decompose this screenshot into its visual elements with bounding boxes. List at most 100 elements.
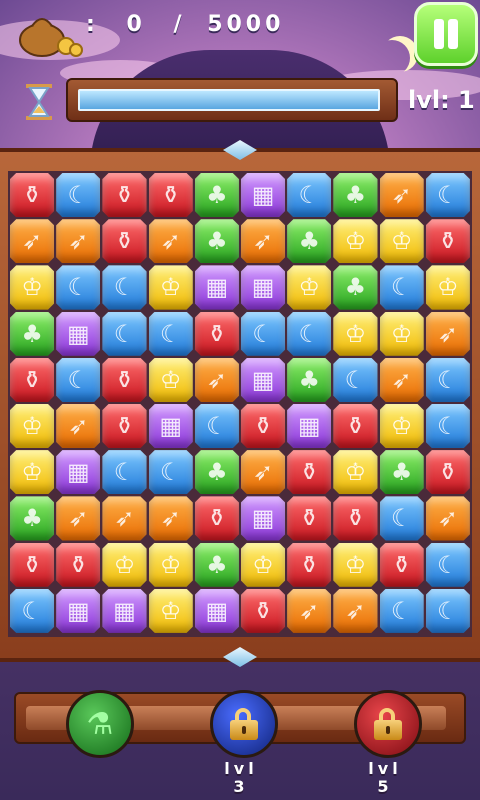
- gem-red[interactable]: ⚱: [240, 588, 286, 633]
- gem-yellow[interactable]: ♔: [379, 403, 424, 449]
- gem-red[interactable]: ⚱: [102, 173, 147, 218]
- gem-blue[interactable]: ☾: [333, 357, 378, 402]
- gem-green[interactable]: ♣: [10, 311, 55, 356]
- gem-red[interactable]: ⚱: [333, 496, 378, 541]
- gem-blue[interactable]: ☾: [148, 311, 193, 356]
- gem-yellow[interactable]: ♔: [148, 542, 193, 587]
- gem-purple[interactable]: ▦: [102, 588, 147, 633]
- gem-purple[interactable]: ▦: [194, 265, 239, 310]
- gem-red[interactable]: ⚱: [240, 403, 286, 449]
- gem-orange[interactable]: ➶: [102, 496, 147, 541]
- gem-purple[interactable]: ▦: [56, 588, 101, 633]
- gem-blue[interactable]: ☾: [56, 357, 101, 402]
- gem-orange[interactable]: ➶: [56, 403, 101, 449]
- gem-yellow[interactable]: ♔: [379, 311, 424, 356]
- gem-orange[interactable]: ➶: [333, 588, 378, 633]
- gem-red[interactable]: ⚱: [425, 450, 470, 495]
- gem-blue[interactable]: ☾: [379, 265, 424, 310]
- gem-orange[interactable]: ➶: [10, 219, 55, 264]
- pause-button[interactable]: [414, 2, 478, 66]
- gem-green[interactable]: ♣: [194, 450, 239, 495]
- gem-blue[interactable]: ☾: [287, 311, 332, 356]
- gem-green[interactable]: ♣: [333, 265, 378, 310]
- gem-orange[interactable]: ➶: [379, 173, 424, 218]
- gem-blue[interactable]: ☾: [425, 588, 470, 633]
- gem-green[interactable]: ♣: [10, 496, 55, 541]
- gem-red[interactable]: ⚱: [102, 403, 147, 449]
- gem-yellow[interactable]: ♔: [425, 265, 470, 310]
- gem-red[interactable]: ⚱: [287, 542, 332, 587]
- gem-yellow[interactable]: ♔: [10, 450, 55, 495]
- gem-blue[interactable]: ☾: [379, 496, 424, 541]
- powerup-locked-button-2[interactable]: [210, 690, 278, 758]
- gem-red[interactable]: ⚱: [287, 496, 332, 541]
- gem-red[interactable]: ⚱: [333, 403, 378, 449]
- gem-blue[interactable]: ☾: [240, 311, 286, 356]
- powerup-locked-button-3[interactable]: [354, 690, 422, 758]
- powerup-potion-button[interactable]: ⚗: [66, 690, 134, 758]
- gem-yellow[interactable]: ♔: [10, 403, 55, 449]
- gem-yellow[interactable]: ♔: [102, 542, 147, 587]
- gem-yellow[interactable]: ♔: [379, 219, 424, 264]
- gem-red[interactable]: ⚱: [10, 542, 55, 587]
- gem-blue[interactable]: ☾: [102, 450, 147, 495]
- gem-purple[interactable]: ▦: [56, 450, 101, 495]
- gem-green[interactable]: ♣: [379, 450, 424, 495]
- gem-orange[interactable]: ➶: [194, 357, 239, 402]
- gem-red[interactable]: ⚱: [10, 357, 55, 402]
- gem-purple[interactable]: ▦: [287, 403, 332, 449]
- gem-blue[interactable]: ☾: [56, 265, 101, 310]
- gem-blue[interactable]: ☾: [56, 173, 101, 218]
- gem-purple[interactable]: ▦: [240, 496, 286, 541]
- gem-yellow[interactable]: ♔: [287, 265, 332, 310]
- gem-orange[interactable]: ➶: [240, 219, 286, 264]
- gem-orange[interactable]: ➶: [148, 219, 193, 264]
- gem-green[interactable]: ♣: [194, 219, 239, 264]
- gem-purple[interactable]: ▦: [148, 403, 193, 449]
- gem-yellow[interactable]: ♔: [333, 450, 378, 495]
- gem-yellow[interactable]: ♔: [333, 542, 378, 587]
- gem-green[interactable]: ♣: [287, 219, 332, 264]
- gem-blue[interactable]: ☾: [287, 173, 332, 218]
- gem-red[interactable]: ⚱: [102, 357, 147, 402]
- gem-purple[interactable]: ▦: [194, 588, 239, 633]
- gem-yellow[interactable]: ♔: [240, 542, 286, 587]
- gem-blue[interactable]: ☾: [148, 450, 193, 495]
- gem-red[interactable]: ⚱: [287, 450, 332, 495]
- gem-orange[interactable]: ➶: [56, 496, 101, 541]
- gem-red[interactable]: ⚱: [102, 219, 147, 264]
- gem-green[interactable]: ♣: [333, 173, 378, 218]
- gem-yellow[interactable]: ♔: [148, 357, 193, 402]
- gem-yellow[interactable]: ♔: [333, 219, 378, 264]
- gem-green[interactable]: ♣: [194, 173, 239, 218]
- gem-blue[interactable]: ☾: [425, 403, 470, 449]
- gem-yellow[interactable]: ♔: [148, 265, 193, 310]
- gem-purple[interactable]: ▦: [240, 357, 286, 402]
- gem-blue[interactable]: ☾: [425, 542, 470, 587]
- gem-purple[interactable]: ▦: [56, 311, 101, 356]
- gem-red[interactable]: ⚱: [56, 542, 101, 587]
- gem-blue[interactable]: ☾: [10, 588, 55, 633]
- gem-purple[interactable]: ▦: [240, 265, 286, 310]
- gem-red[interactable]: ⚱: [10, 173, 55, 218]
- gem-orange[interactable]: ➶: [425, 496, 470, 541]
- gem-blue[interactable]: ☾: [194, 403, 239, 449]
- gem-blue[interactable]: ☾: [102, 311, 147, 356]
- gem-orange[interactable]: ➶: [148, 496, 193, 541]
- gem-red[interactable]: ⚱: [194, 311, 239, 356]
- gem-red[interactable]: ⚱: [194, 496, 239, 541]
- gem-orange[interactable]: ➶: [425, 311, 470, 356]
- gem-red[interactable]: ⚱: [425, 219, 470, 264]
- gem-yellow[interactable]: ♔: [333, 311, 378, 356]
- gem-yellow[interactable]: ♔: [148, 588, 193, 633]
- gem-blue[interactable]: ☾: [425, 357, 470, 402]
- gem-orange[interactable]: ➶: [240, 450, 286, 495]
- gem-red[interactable]: ⚱: [148, 173, 193, 218]
- gem-blue[interactable]: ☾: [425, 173, 470, 218]
- gem-orange[interactable]: ➶: [56, 219, 101, 264]
- gem-red[interactable]: ⚱: [379, 542, 424, 587]
- gem-yellow[interactable]: ♔: [10, 265, 55, 310]
- gem-orange[interactable]: ➶: [287, 588, 332, 633]
- gem-green[interactable]: ♣: [194, 542, 239, 587]
- gem-orange[interactable]: ➶: [379, 357, 424, 402]
